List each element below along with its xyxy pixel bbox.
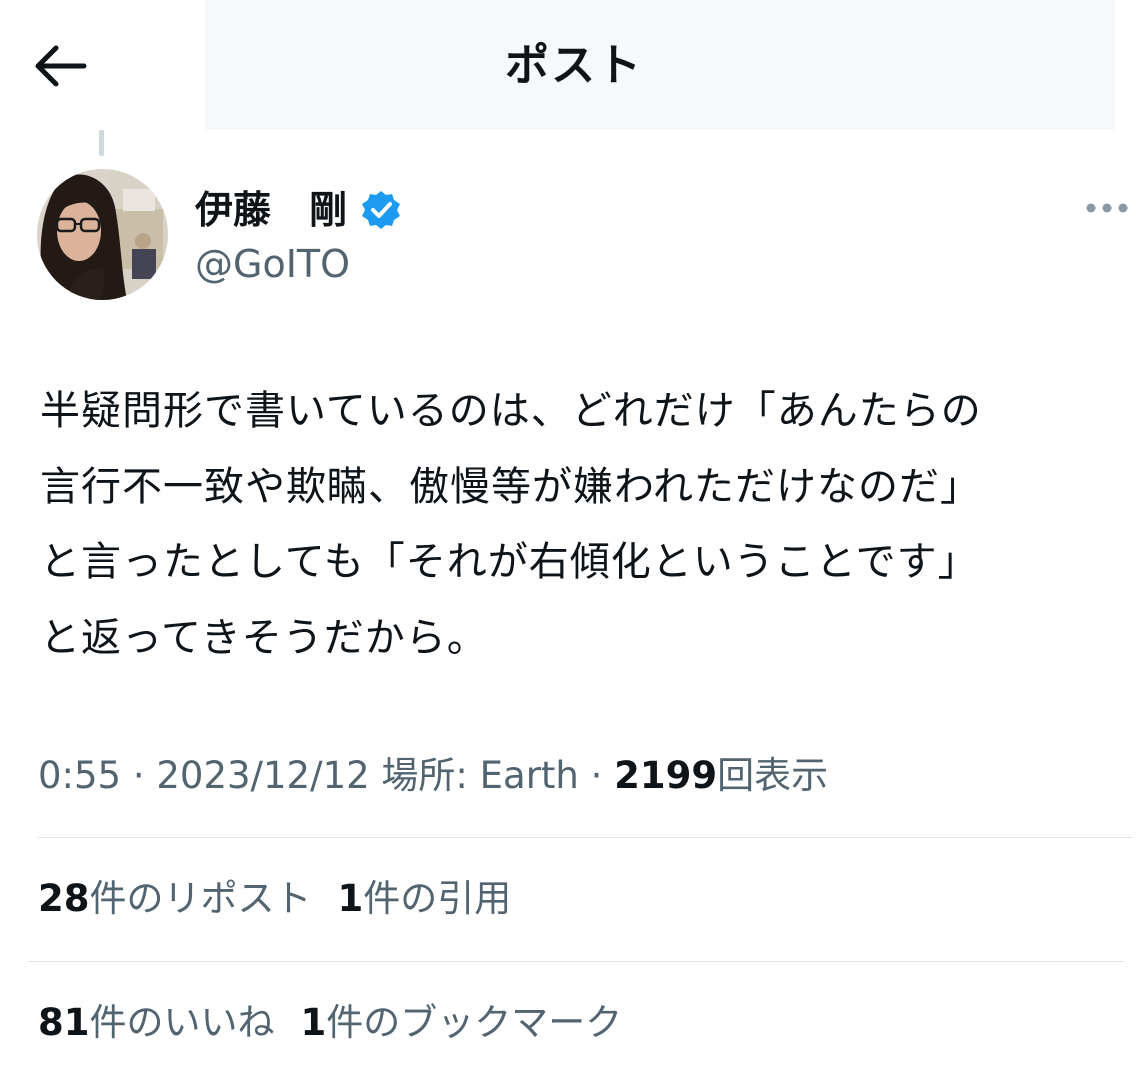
quotes-label: 件の引用 bbox=[363, 877, 512, 920]
quotes-count: 1 bbox=[337, 877, 364, 920]
bookmarks-count: 1 bbox=[300, 1001, 327, 1044]
thread-connector-line bbox=[99, 130, 104, 156]
reposts-label: 件のリポスト bbox=[89, 877, 312, 920]
likes-label: 件のいいね bbox=[89, 1001, 275, 1044]
tweet-text-line: と返ってきそうだから。 bbox=[40, 614, 488, 661]
tweet-text-line: 言行不一致や欺瞞、傲慢等が嫌われただけなのだ」 bbox=[40, 463, 981, 510]
repost-quote-stats: 28件のリポスト 1件の引用 bbox=[38, 873, 511, 925]
reposts-stat[interactable]: 28件のリポスト bbox=[38, 873, 312, 925]
reposts-count: 28 bbox=[38, 877, 90, 920]
verified-badge-icon bbox=[362, 191, 401, 229]
tweet-location: 場所: Earth bbox=[381, 754, 579, 797]
divider bbox=[27, 961, 1125, 962]
more-options-button[interactable] bbox=[1082, 192, 1132, 224]
quotes-stat[interactable]: 1件の引用 bbox=[338, 873, 512, 925]
tweet-meta: 0:55 · 2023/12/12 場所: Earth · 2199回表示 bbox=[38, 750, 828, 802]
views-count: 2199 bbox=[614, 754, 718, 797]
likes-stat[interactable]: 81件のいいね bbox=[38, 997, 275, 1049]
bookmarks-stat[interactable]: 1件のブックマーク bbox=[301, 997, 623, 1049]
bookmarks-label: 件のブックマーク bbox=[326, 1001, 623, 1044]
likes-count: 81 bbox=[38, 1001, 90, 1044]
avatar[interactable] bbox=[37, 169, 168, 300]
author-display-name: 伊藤 剛 bbox=[195, 188, 348, 232]
divider bbox=[38, 837, 1133, 838]
views-label: 回表示 bbox=[717, 754, 829, 797]
tweet-time[interactable]: 0:55 bbox=[38, 754, 121, 797]
ellipsis-icon bbox=[1086, 203, 1128, 213]
meta-separator: · bbox=[132, 754, 145, 797]
tweet-body: 半疑問形で書いているのは、どれだけ「あんたらの 言行不一致や欺瞞、傲慢等が嫌われ… bbox=[40, 374, 1140, 676]
top-bar: ポスト bbox=[0, 0, 1148, 130]
tweet-text-line: と言ったとしても「それが右傾化ということです」 bbox=[40, 539, 979, 585]
like-bookmark-stats: 81件のいいね 1件のブックマーク bbox=[38, 997, 622, 1049]
meta-separator: · bbox=[590, 754, 603, 797]
author-name-row[interactable]: 伊藤 剛 bbox=[195, 183, 401, 237]
tweet-text-line: 半疑問形で書いているのは、どれだけ「あんたらの bbox=[40, 388, 982, 434]
author-handle[interactable]: @GoITO bbox=[195, 240, 350, 288]
tweet-date[interactable]: 2023/12/12 bbox=[156, 754, 369, 797]
page-title: ポスト bbox=[505, 40, 643, 91]
